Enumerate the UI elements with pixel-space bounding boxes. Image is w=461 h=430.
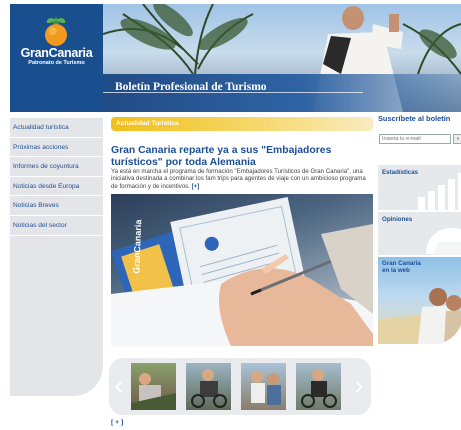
gallery-thumb-4[interactable] bbox=[296, 363, 341, 410]
header-title-band bbox=[103, 74, 461, 112]
brand-name: GranCanaria bbox=[20, 46, 93, 60]
article-photo[interactable]: GranCanaria bbox=[111, 194, 373, 346]
article-summary: Ya está en marcha el programa de formaci… bbox=[111, 168, 373, 190]
stats-panel[interactable]: Estadísticas bbox=[378, 165, 461, 210]
subscribe-button[interactable]: » bbox=[453, 134, 461, 144]
couple-beach-photo bbox=[378, 288, 461, 344]
gallery-thumb-1[interactable] bbox=[131, 363, 176, 410]
subscribe-title: Suscríbete al boletín bbox=[378, 114, 451, 123]
page-title: Boletín Profesional de Turismo bbox=[115, 81, 267, 93]
article-image: GranCanaria bbox=[111, 196, 373, 346]
nav-item-breves[interactable]: Noticias Breves bbox=[10, 196, 103, 216]
web-panel[interactable]: Gran Canaria en la web bbox=[378, 257, 461, 344]
opinions-panel[interactable]: Opiniones bbox=[378, 212, 461, 255]
chevron-left-icon[interactable]: ‹ bbox=[112, 360, 126, 412]
section-header: Actualidad Turística bbox=[111, 117, 373, 131]
site-header: GranCanaria Patronato de Turismo Boletín… bbox=[10, 4, 461, 112]
photo-gallery: ‹ › bbox=[109, 358, 371, 415]
gallery-thumb-2[interactable] bbox=[186, 363, 231, 410]
header-banner: Boletín Profesional de Turismo bbox=[103, 4, 461, 112]
chevron-right-icon[interactable]: › bbox=[352, 360, 366, 412]
email-field[interactable] bbox=[379, 134, 451, 144]
nav-item-actualidad[interactable]: Actualidad turística bbox=[10, 118, 103, 138]
nav-item-informes[interactable]: Informes de coyuntura bbox=[10, 157, 103, 177]
svg-text:GranCanaria: GranCanaria bbox=[131, 218, 143, 273]
brand-subtitle: Patronato de Turismo bbox=[28, 60, 85, 66]
brand-logo[interactable]: GranCanaria Patronato de Turismo bbox=[10, 4, 103, 112]
sidebar-nav: Actualidad turística Próximas acciones I… bbox=[10, 118, 103, 396]
gallery-thumb-3[interactable] bbox=[241, 363, 286, 410]
read-more-link[interactable]: [+] bbox=[192, 183, 200, 190]
section-label: Actualidad Turística bbox=[116, 120, 179, 127]
nav-item-proximas-acciones[interactable]: Próximas acciones bbox=[10, 138, 103, 158]
nav-item-sector[interactable]: Noticias del sector bbox=[10, 216, 103, 236]
article-headline[interactable]: Gran Canaria reparte ya a sus "Embajador… bbox=[111, 145, 373, 168]
article-summary-text: Ya está en marcha el programa de formaci… bbox=[111, 168, 366, 190]
orange-fruit-icon bbox=[45, 16, 67, 46]
more-news-link[interactable]: [ + ] bbox=[111, 419, 123, 426]
bar-chart-icon bbox=[418, 173, 461, 210]
nav-item-europa[interactable]: Noticias desde Europa bbox=[10, 177, 103, 197]
speech-bubble-icon bbox=[426, 228, 461, 255]
